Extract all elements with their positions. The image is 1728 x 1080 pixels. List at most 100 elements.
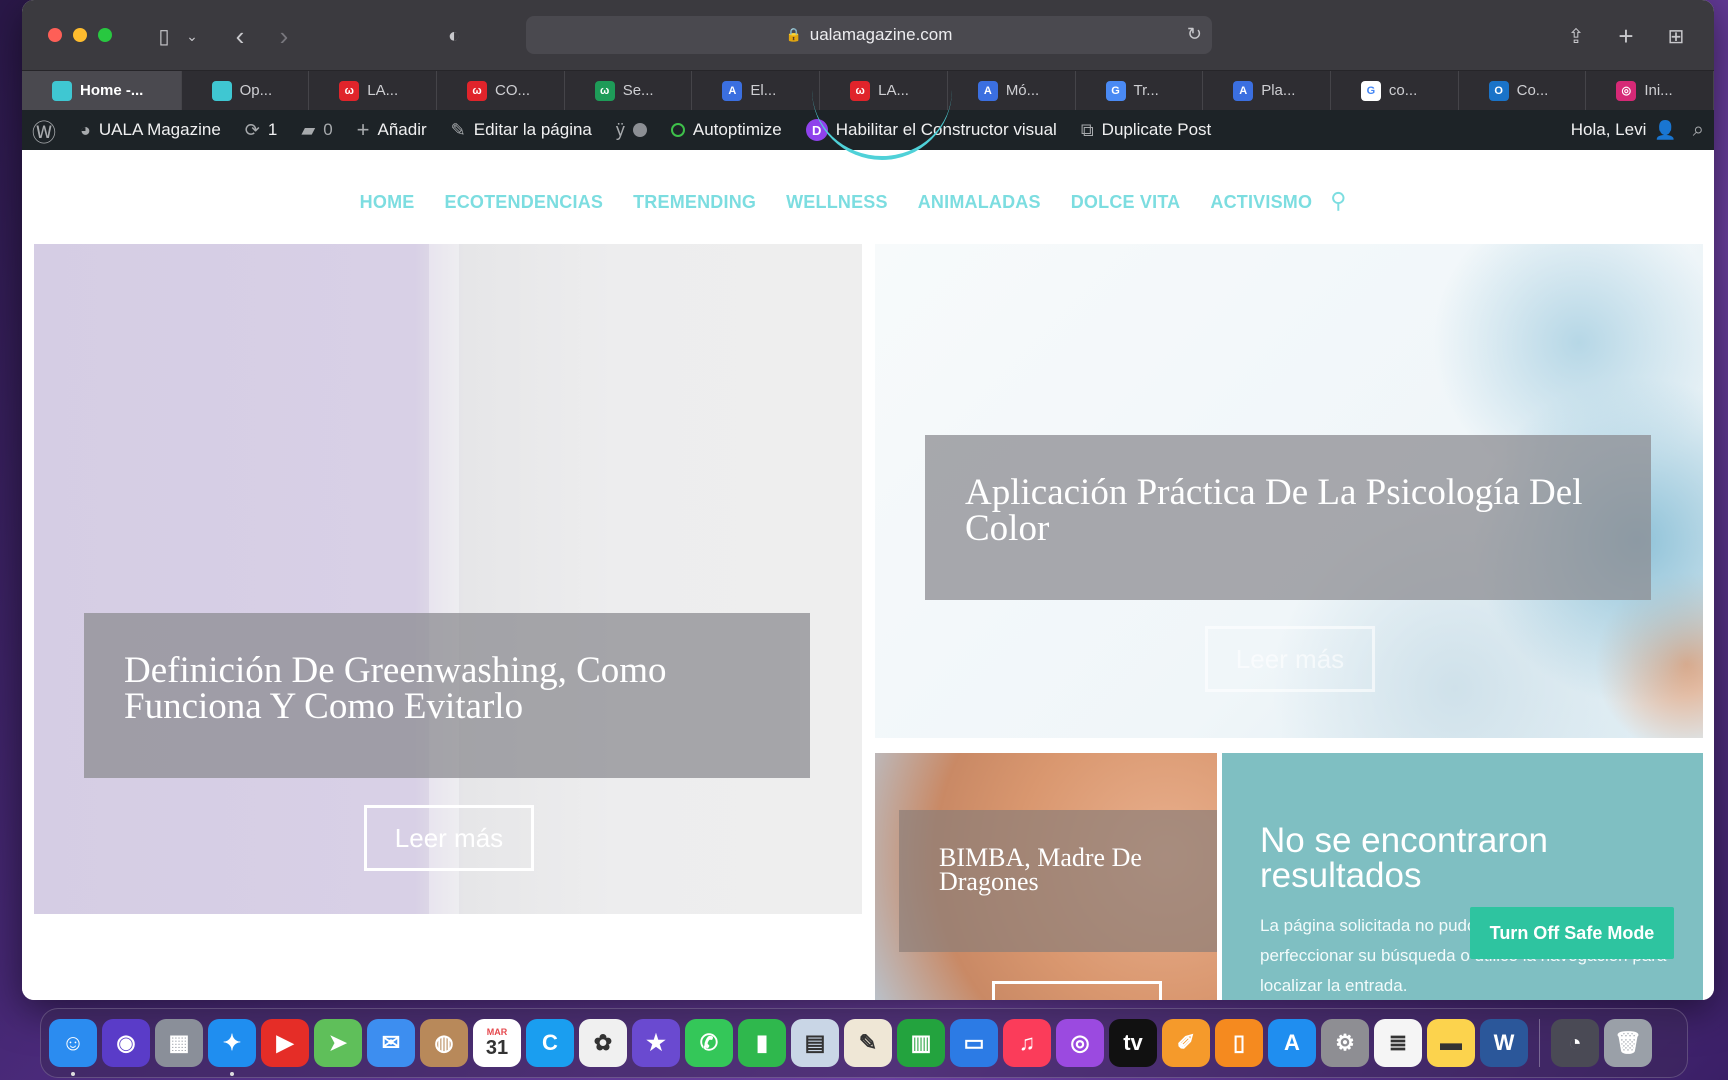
favicon-icon: ◎	[1616, 80, 1637, 101]
dock-siri-icon[interactable]: ◉	[102, 1019, 150, 1067]
read-more-button[interactable]: Leer más	[1205, 626, 1375, 692]
dock-textedit-icon[interactable]: ✎	[844, 1019, 892, 1067]
dock-youtube-icon[interactable]: ▶	[261, 1019, 309, 1067]
dock-glyph: ◎	[1070, 1030, 1090, 1055]
nav-item-animaladas[interactable]: ANIMALADAS	[918, 192, 1041, 214]
dock-finder-icon[interactable]: ☺	[49, 1019, 97, 1076]
tab-label: El...	[750, 82, 777, 99]
dock-photos-icon[interactable]: ✿	[579, 1019, 627, 1067]
favicon-icon: A	[722, 80, 743, 101]
dock-podcasts-icon[interactable]: ◎	[1056, 1019, 1104, 1067]
dock-books-icon[interactable]: ▯	[1215, 1019, 1263, 1067]
post-title[interactable]: Aplicación Práctica De La Psicología Del…	[965, 474, 1621, 547]
dock-maps-icon[interactable]: ➤	[314, 1019, 362, 1067]
post-title[interactable]: Definición De Greenwashing, Como Funcion…	[124, 652, 780, 725]
browser-tab[interactable]: O Co...	[1459, 71, 1587, 110]
admin-search-icon[interactable]: ⌕	[1693, 119, 1704, 142]
dock-glyph: ▦	[168, 1030, 190, 1055]
dock-reminders-icon[interactable]: ≣	[1374, 1019, 1422, 1067]
new-tab-icon[interactable]: +	[1612, 21, 1640, 51]
tab-overview-icon[interactable]: ⊞	[1662, 22, 1690, 50]
dock-trash-icon[interactable]: 🗑	[1604, 1019, 1652, 1067]
nav-item-tremending[interactable]: TREMENDING	[633, 192, 756, 214]
site-name-link[interactable]: ◕ UALA Magazine	[80, 120, 221, 141]
dock-glyph: ▭	[963, 1030, 985, 1055]
dock-imovie-icon[interactable]: ★	[632, 1019, 680, 1067]
browser-tab[interactable]: A Mó...	[948, 71, 1076, 110]
dock-facetime-icon[interactable]: ▮	[738, 1019, 786, 1067]
site-search-icon[interactable]: ⚲	[1330, 188, 1346, 214]
zoom-window-button[interactable]	[98, 28, 112, 42]
dock-preview-icon[interactable]: ▤	[791, 1019, 839, 1067]
dock-launchpad-icon[interactable]: ▦	[155, 1019, 203, 1067]
tab-label: Se...	[622, 82, 654, 99]
nav-item-dolce-vita[interactable]: DOLCE VITA	[1071, 192, 1181, 214]
dock-glyph: ◔	[1568, 1030, 1582, 1055]
dock-glyph: ♫	[1018, 1030, 1036, 1055]
browser-tab[interactable]: ω LA...	[309, 71, 437, 110]
nav-item-activismo[interactable]: ACTIVISMO	[1210, 192, 1312, 214]
post-card-bimba[interactable]: BIMBA, Madre De Dragones	[875, 753, 1217, 1000]
dock-music-icon[interactable]: ♫	[1003, 1019, 1051, 1067]
post-card-color-psychology[interactable]: Aplicación Práctica De La Psicología Del…	[875, 244, 1703, 738]
tab-label: CO...	[495, 82, 531, 99]
dock-calendar-icon[interactable]: MAR 31	[473, 1019, 521, 1067]
autoptimize-link[interactable]: Autoptimize	[670, 120, 782, 140]
seo-status-dot	[632, 123, 647, 137]
browser-tab[interactable]: G Tr...	[1076, 71, 1204, 110]
browser-tab[interactable]: ◎ Ini...	[1586, 71, 1714, 110]
nav-item-home[interactable]: HOME	[360, 192, 415, 214]
post-card-greenwashing[interactable]: Definición De Greenwashing, Como Funcion…	[34, 244, 862, 914]
forward-icon[interactable]: ›	[270, 21, 298, 51]
dock-appstore-icon[interactable]: A	[1268, 1019, 1316, 1067]
browser-tab[interactable]: ω CO...	[437, 71, 565, 110]
edit-page-link[interactable]: ✎ Editar la página	[451, 120, 592, 141]
dock-glyph: A	[1284, 1030, 1300, 1055]
browser-tab[interactable]: Gco...	[1331, 71, 1459, 110]
read-more-button[interactable]	[992, 981, 1162, 1000]
address-bar[interactable]: 🔒 ualamagazine.com ↻	[526, 16, 1212, 54]
close-window-button[interactable]	[48, 28, 62, 42]
dock-glyph: ☺	[61, 1030, 85, 1055]
dock-quicktime-icon[interactable]: ◔	[1551, 1019, 1599, 1067]
shield-icon[interactable]: ◐	[440, 22, 468, 50]
browser-tab[interactable]: Op...	[182, 71, 310, 110]
main-nav: HOME ECOTENDENCIAS TREMENDING WELLNESS ANIMA…	[22, 188, 1714, 214]
browser-tab[interactable]: Home -...	[22, 71, 182, 110]
browser-tab[interactable]: A Pla...	[1203, 71, 1331, 110]
dock-canva-icon[interactable]: C	[526, 1019, 574, 1067]
site-logo[interactable]	[812, 90, 952, 160]
yoast-button[interactable]: ÿ	[616, 120, 647, 141]
turn-off-safe-mode-button[interactable]: Turn Off Safe Mode	[1470, 907, 1674, 959]
dock-safari-icon[interactable]: ✦	[208, 1019, 256, 1076]
dock-pages-icon[interactable]: ✐	[1162, 1019, 1210, 1067]
dock-word-icon[interactable]: W	[1480, 1019, 1528, 1067]
sidebar-icon[interactable]: ▯	[150, 22, 178, 50]
share-icon[interactable]: ⇪	[1562, 22, 1590, 50]
wordpress-logo-button[interactable]: Ⓦ	[32, 113, 56, 148]
reload-icon[interactable]: ↻	[1187, 24, 1202, 45]
post-title[interactable]: BIMBA, Madre De Dragones	[939, 845, 1187, 895]
dock-appletv-icon[interactable]: tv	[1109, 1019, 1157, 1067]
updates-link[interactable]: ⟳ 1	[245, 120, 278, 141]
dock-contacts-icon[interactable]: ◍	[420, 1019, 468, 1067]
no-results-panel: No se encontraron resultados La página s…	[1222, 753, 1703, 1000]
browser-tab[interactable]: ω Se...	[565, 71, 693, 110]
dock-settings-icon[interactable]: ⚙	[1321, 1019, 1369, 1067]
read-more-button[interactable]: Leer más	[364, 805, 534, 871]
nav-item-ecotendencias[interactable]: ECOTENDENCIAS	[444, 192, 603, 214]
minimize-window-button[interactable]	[73, 28, 87, 42]
dock-notes-icon[interactable]: ▬	[1427, 1019, 1475, 1067]
dock-mail-icon[interactable]: ✉	[367, 1019, 415, 1067]
dock-numbers-icon[interactable]: ▥	[897, 1019, 945, 1067]
add-new-link[interactable]: + Añadir	[357, 117, 427, 143]
comments-link[interactable]: ▰ 0	[301, 120, 332, 141]
chevron-down-icon[interactable]: ⌄	[178, 22, 206, 50]
back-icon[interactable]: ‹	[226, 21, 254, 51]
duplicate-post-link[interactable]: ⧉ Duplicate Post	[1081, 120, 1211, 141]
browser-tab[interactable]: A El...	[692, 71, 821, 110]
dock-messages-icon[interactable]: ✆	[685, 1019, 733, 1067]
my-account-link[interactable]: Hola, Levi 👤	[1571, 120, 1677, 141]
nav-item-wellness[interactable]: WELLNESS	[786, 192, 888, 214]
dock-keynote-icon[interactable]: ▭	[950, 1019, 998, 1067]
